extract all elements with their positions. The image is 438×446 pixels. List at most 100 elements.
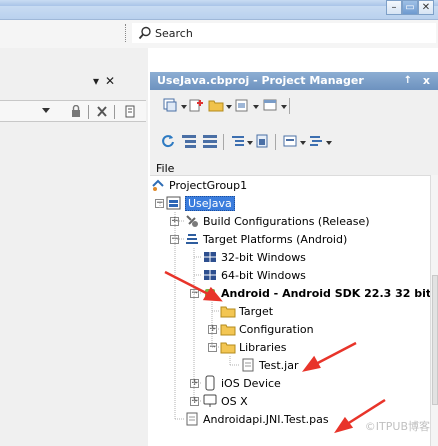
toolbar-separator	[114, 105, 115, 119]
toolbar-separator	[223, 134, 224, 150]
search-icon	[138, 26, 151, 40]
mobile-device-icon	[205, 375, 215, 391]
tree-label: Androidapi.JNI.Test.pas	[203, 412, 329, 426]
tree-label: Test.jar	[259, 358, 299, 372]
project-manager-title: UseJava.cbproj - Project Manager	[157, 74, 364, 87]
expand-toggle[interactable]: +	[190, 379, 199, 388]
expand-all-icon[interactable]	[181, 133, 197, 149]
build-config-icon	[186, 215, 198, 227]
pascal-file-icon	[186, 412, 198, 426]
monitor-icon	[203, 394, 217, 407]
search-toolbar: Search	[0, 20, 438, 48]
windows-icon	[204, 252, 216, 262]
close-panel-button[interactable]: x	[423, 72, 430, 90]
tree-node-configuration[interactable]: Configuration	[220, 320, 314, 338]
tree-node-android[interactable]: Android - Android SDK 22.3 32 bit	[202, 284, 431, 302]
chevron-down-icon[interactable]	[226, 105, 232, 109]
project-tree[interactable]: ProjectGroup1 − UseJava + Build Configur…	[150, 175, 431, 446]
vertical-scrollbar[interactable]	[430, 175, 438, 446]
delete-icon[interactable]	[96, 105, 108, 118]
add-new-icon[interactable]	[188, 97, 204, 113]
toolbar-separator	[275, 134, 276, 150]
top-edge	[0, 0, 438, 6]
tree-label: ProjectGroup1	[169, 178, 248, 192]
collapse-toggle[interactable]: −	[170, 235, 179, 244]
tree-label: Build Configurations (Release)	[203, 214, 370, 228]
build-icon[interactable]	[254, 133, 270, 149]
tree-node-win32[interactable]: 32-bit Windows	[202, 248, 306, 266]
target-platforms-icon	[186, 234, 198, 244]
folder-icon	[220, 324, 236, 336]
file-column-header: File	[156, 162, 175, 175]
sync-icon[interactable]	[160, 133, 176, 149]
view-icon[interactable]	[262, 97, 278, 113]
collapse-toggle[interactable]: −	[155, 199, 164, 208]
scrollbar-thumb[interactable]	[432, 275, 438, 405]
lock-icon[interactable]	[70, 105, 82, 118]
sort-icon[interactable]	[308, 133, 324, 149]
collapse-all-icon[interactable]	[202, 133, 218, 149]
left-panel-pin-button[interactable]: ▾	[93, 74, 99, 88]
folder-icon	[220, 342, 236, 354]
pin-icon[interactable]: ↑	[404, 72, 412, 90]
chevron-down-icon[interactable]	[247, 141, 253, 145]
left-docked-panel: ▾ ✕	[0, 48, 148, 446]
remove-icon[interactable]	[234, 97, 250, 113]
expand-toggle[interactable]: +	[170, 217, 179, 226]
chevron-down-icon[interactable]	[42, 108, 50, 113]
restore-button[interactable]: ▭	[402, 0, 418, 15]
expand-toggle[interactable]: +	[190, 397, 199, 406]
close-button[interactable]: ✕	[418, 0, 434, 15]
tree-node-libraries[interactable]: Libraries	[220, 338, 287, 356]
tree-label: 64-bit Windows	[221, 268, 306, 282]
search-input[interactable]: Search	[132, 23, 436, 43]
collapse-toggle[interactable]: −	[190, 289, 199, 298]
project-group-icon	[152, 179, 164, 191]
tree-node-test-jar[interactable]: Test.jar	[240, 356, 298, 374]
collapse-toggle[interactable]: −	[208, 343, 217, 352]
tree-node-project[interactable]: UseJava	[166, 194, 235, 212]
android-icon	[205, 289, 215, 298]
tree-node-target[interactable]: Target	[220, 302, 273, 320]
tree-label: Android - Android SDK 22.3 32 bit	[221, 286, 432, 300]
left-panel-controls: ▾ ✕	[93, 74, 115, 88]
search-placeholder: Search	[155, 26, 193, 40]
tree-node-target-platforms[interactable]: Target Platforms (Android)	[184, 230, 347, 248]
tree-node-win64[interactable]: 64-bit Windows	[202, 266, 306, 284]
tree-node-project-group[interactable]: ProjectGroup1	[150, 176, 247, 194]
toolbar-grip	[125, 24, 126, 42]
project-toolbar-bottom	[150, 130, 438, 154]
watermark: ©ITPUB博客	[364, 420, 430, 433]
minimize-button[interactable]: –	[386, 0, 402, 15]
tree-node-ios-device[interactable]: iOS Device	[202, 374, 281, 392]
cpp-project-icon	[166, 196, 181, 210]
chevron-down-icon[interactable]	[253, 105, 259, 109]
toolbar-separator	[289, 98, 290, 114]
options-icon[interactable]	[282, 133, 298, 149]
left-panel-close-button[interactable]: ✕	[105, 74, 115, 88]
toolbar-separator	[88, 105, 89, 119]
tree-label: Configuration	[239, 322, 314, 336]
chevron-down-icon[interactable]	[326, 141, 332, 145]
tree-node-build-configurations[interactable]: Build Configurations (Release)	[184, 212, 370, 230]
tree-label: OS X	[221, 394, 248, 408]
tree-label: UseJava	[185, 195, 235, 211]
chevron-down-icon[interactable]	[281, 105, 287, 109]
open-folder-icon[interactable]	[208, 97, 224, 113]
jar-file-icon	[242, 358, 254, 372]
expand-toggle[interactable]: +	[208, 325, 217, 334]
project-toolbar-top	[150, 94, 438, 118]
project-manager-title-bar: UseJava.cbproj - Project Manager ↑ x	[150, 72, 438, 90]
project-manager-panel: File ProjectGroup1 − UseJava + Build Con…	[150, 90, 438, 446]
tree-node-osx[interactable]: OS X	[202, 392, 248, 410]
list-icon[interactable]	[230, 133, 246, 149]
windows-icon	[204, 270, 216, 280]
chevron-down-icon[interactable]	[181, 105, 187, 109]
properties-icon[interactable]	[124, 105, 136, 118]
chevron-down-icon[interactable]	[300, 141, 306, 145]
tree-node-pas-file[interactable]: Androidapi.JNI.Test.pas	[184, 410, 329, 428]
tree-label: iOS Device	[221, 376, 281, 390]
activate-icon[interactable]	[162, 97, 178, 113]
tree-label: 32-bit Windows	[221, 250, 306, 264]
left-panel-toolbar	[0, 100, 146, 122]
